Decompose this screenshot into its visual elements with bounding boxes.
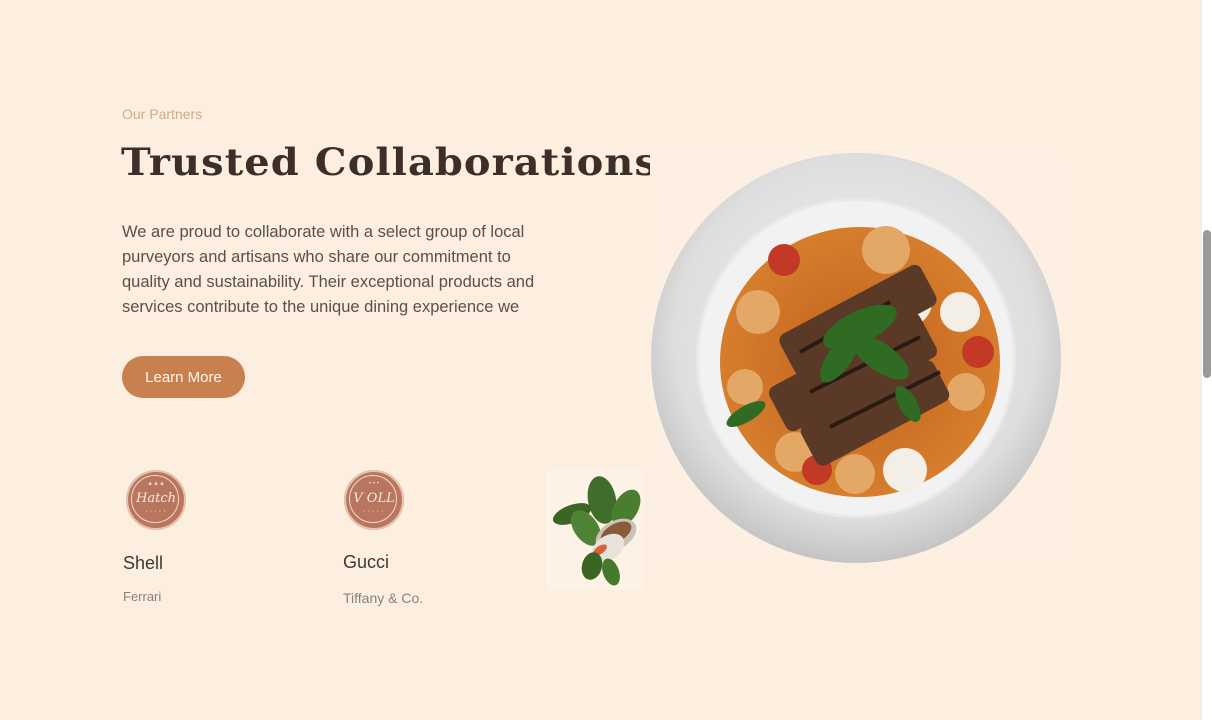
- partner-logo: ▲▲▲ Hatch • • • • •: [126, 470, 186, 530]
- partner-subtitle: Ferrari: [123, 589, 162, 604]
- partner-logo-text: V OLL: [353, 491, 395, 506]
- section-eyebrow: Our Partners: [122, 106, 203, 122]
- partner-logo: • • • V OLL • • • • •: [344, 470, 404, 530]
- partner-name: Shell: [123, 553, 164, 573]
- learn-more-button[interactable]: Learn More: [122, 356, 245, 398]
- spinach-wrap-image: [546, 470, 644, 590]
- hero-dish-image: [650, 152, 1063, 564]
- partner-card: • • • V OLL • • • • • Gucci Tiffany & Co…: [342, 468, 542, 618]
- partner-card: ▲▲▲ Hatch • • • • • Shell Ferrari: [122, 468, 322, 618]
- scrollbar-thumb[interactable]: [1203, 230, 1211, 378]
- crown-icon: ▲▲▲: [147, 481, 165, 487]
- logo-dots: • • • • •: [145, 508, 167, 513]
- section-title: Trusted Collaborations: [121, 140, 659, 184]
- partner-logo-text: Hatch: [136, 491, 176, 506]
- partners-section: Our Partners Trusted Collaborations We a…: [0, 0, 1201, 720]
- logo-dots: • • • • •: [363, 508, 385, 513]
- partner-name: Gucci: [343, 552, 390, 572]
- partner-subtitle: Tiffany & Co.: [343, 590, 424, 606]
- section-description: We are proud to collaborate with a selec…: [122, 223, 535, 316]
- logo-tagline: • • •: [369, 481, 379, 487]
